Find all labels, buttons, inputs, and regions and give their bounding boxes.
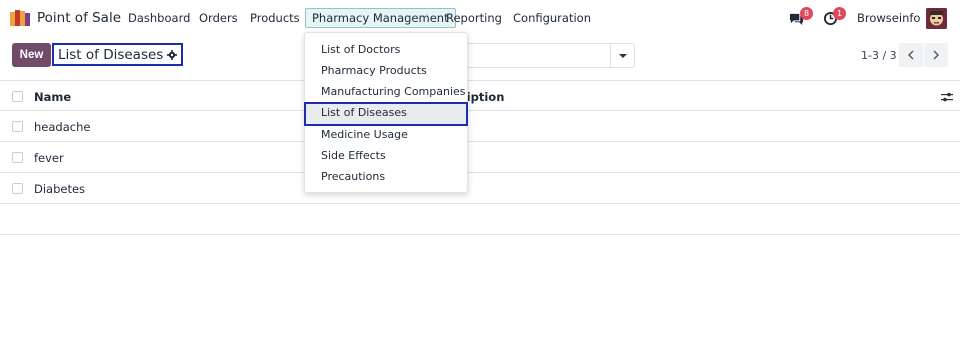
table-row[interactable]: fever xyxy=(0,142,960,173)
dropdown-item-side-effects[interactable]: Side Effects xyxy=(305,145,467,166)
menu-dashboard[interactable]: Dashboard xyxy=(128,11,190,25)
menu-orders[interactable]: Orders xyxy=(199,11,238,25)
activity-badge: 1 xyxy=(833,7,846,20)
avatar-image xyxy=(926,8,947,29)
optional-columns-icon[interactable] xyxy=(941,91,953,103)
avatar[interactable] xyxy=(926,8,947,29)
pharmacy-management-dropdown: List of Doctors Pharmacy Products Manufa… xyxy=(304,32,468,193)
cell-name[interactable]: headache xyxy=(34,120,90,134)
chevron-left-icon xyxy=(908,50,914,60)
dropdown-item-list-of-doctors[interactable]: List of Doctors xyxy=(305,39,467,60)
menu-pharmacy-management[interactable]: Pharmacy Management xyxy=(305,8,456,28)
chevron-right-icon xyxy=(933,50,939,60)
row-checkbox[interactable] xyxy=(12,183,23,194)
menu-configuration[interactable]: Configuration xyxy=(513,11,591,25)
page-title: List of Diseases xyxy=(58,46,164,63)
select-all-checkbox[interactable] xyxy=(12,91,23,102)
table-row[interactable]: headache xyxy=(0,111,960,142)
user-name[interactable]: Browseinfo xyxy=(857,11,920,25)
dropdown-item-pharmacy-products[interactable]: Pharmacy Products xyxy=(305,60,467,81)
pager-previous-button[interactable] xyxy=(899,43,923,67)
empty-row xyxy=(0,204,960,235)
menu-reporting[interactable]: Reporting xyxy=(446,11,502,25)
app-name[interactable]: Point of Sale xyxy=(37,10,121,26)
pager-next-button[interactable] xyxy=(924,43,948,67)
breadcrumb: List of Diseases xyxy=(52,43,184,66)
gear-icon[interactable] xyxy=(167,49,178,60)
dropdown-item-manufacturing-companies[interactable]: Manufacturing Companies xyxy=(305,81,467,102)
cell-name[interactable]: fever xyxy=(34,151,64,165)
pos-app-icon[interactable] xyxy=(10,10,30,26)
dropdown-item-list-of-diseases[interactable]: List of Diseases xyxy=(304,102,468,126)
list-header: Name Description xyxy=(0,80,960,111)
dropdown-item-precautions[interactable]: Precautions xyxy=(305,166,467,187)
pager-value[interactable]: 1-3 / 3 xyxy=(861,49,897,62)
new-button[interactable]: New xyxy=(12,43,51,67)
row-checkbox[interactable] xyxy=(12,121,23,132)
row-checkbox[interactable] xyxy=(12,152,23,163)
caret-down-icon xyxy=(618,53,627,58)
top-navbar: Point of Sale Dashboard Orders Products … xyxy=(0,0,960,37)
dropdown-item-medicine-usage[interactable]: Medicine Usage xyxy=(305,124,467,145)
cell-name[interactable]: Diabetes xyxy=(34,182,85,196)
messages-badge: 8 xyxy=(800,7,813,20)
menu-products[interactable]: Products xyxy=(250,11,300,25)
table-row[interactable]: Diabetes xyxy=(0,173,960,204)
search-options-toggle[interactable] xyxy=(610,43,635,68)
column-header-name[interactable]: Name xyxy=(34,90,71,104)
